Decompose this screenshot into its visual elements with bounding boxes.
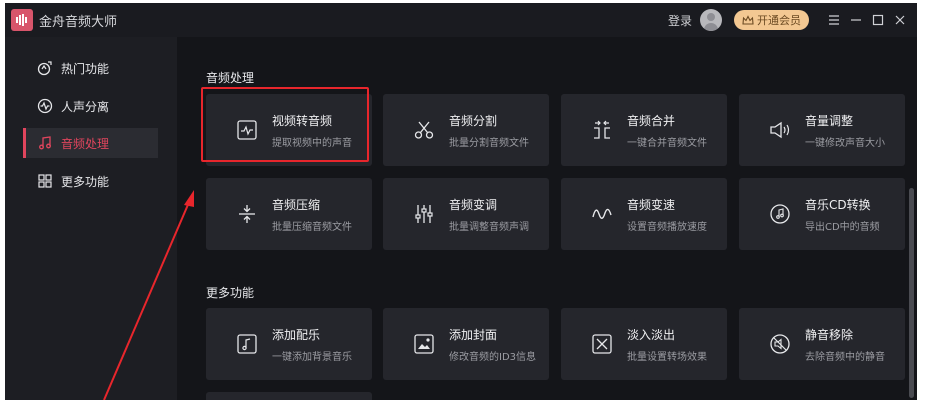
grid-icon (38, 174, 52, 188)
card-subtitle: 批量调整音频声调 (449, 221, 529, 233)
card-title: 淡入淡出 (627, 327, 676, 342)
menu-icon[interactable] (823, 9, 845, 31)
mute-remove-icon (767, 331, 793, 357)
app-window: 金舟音频大师 登录 开通会员 热门功能 人声分离 音频处理 更多功能 音频处理 … (5, 3, 917, 400)
sidebar-item-audio[interactable]: 音频处理 (23, 128, 158, 158)
card-subtitle: 提取视频中的声音 (272, 137, 352, 149)
section-title-more: 更多功能 (206, 286, 255, 300)
card-subtitle: 批量分割音频文件 (449, 137, 529, 149)
sidebar-item-vocal[interactable]: 人声分离 (23, 91, 158, 121)
close-icon[interactable] (889, 9, 911, 31)
sidebar-item-hot[interactable]: 热门功能 (23, 53, 158, 83)
card-title: 视频转音频 (272, 113, 333, 128)
card-audio-pitch[interactable]: 音频变调 批量调整音频声调 (383, 178, 549, 250)
crown-icon (742, 14, 754, 25)
avatar[interactable] (700, 9, 722, 31)
card-subtitle: 批量设置转场效果 (627, 351, 707, 363)
card-subtitle: 一键合并音频文件 (627, 137, 707, 149)
fade-icon (589, 331, 615, 357)
app-title: 金舟音频大师 (39, 14, 118, 30)
card-title: 添加配乐 (272, 327, 321, 342)
sidebar-item-label: 更多功能 (61, 174, 110, 189)
card-cd-convert[interactable]: 音乐CD转换 导出CD中的音频 (739, 178, 905, 250)
card-title: 音频合并 (627, 113, 676, 128)
merge-icon (589, 117, 615, 143)
title-bar: 金舟音频大师 登录 开通会员 (5, 3, 917, 37)
login-link[interactable]: 登录 (668, 12, 692, 29)
card-partial[interactable] (206, 392, 372, 400)
add-music-icon (234, 331, 260, 357)
sidebar-item-more[interactable]: 更多功能 (23, 166, 158, 196)
card-audio-compress[interactable]: 音频压缩 批量压缩音频文件 (206, 178, 372, 250)
card-title: 音频变速 (627, 197, 676, 212)
app-logo-icon (11, 9, 33, 31)
section-title-audio: 音频处理 (206, 71, 255, 85)
compress-icon (234, 201, 260, 227)
card-title: 音频压缩 (272, 197, 321, 212)
hot-icon (37, 61, 52, 76)
card-subtitle: 一键添加背景音乐 (272, 351, 352, 363)
music-note-icon (39, 136, 51, 150)
sidebar: 热门功能 人声分离 音频处理 更多功能 (5, 37, 177, 400)
minimize-icon[interactable] (845, 9, 867, 31)
equalizer-icon (411, 201, 437, 227)
card-title: 音乐CD转换 (805, 197, 871, 212)
card-title: 静音移除 (805, 327, 854, 342)
cd-icon (767, 201, 793, 227)
sidebar-item-label: 人声分离 (61, 99, 110, 114)
card-audio-split[interactable]: 音频分割 批量分割音频文件 (383, 94, 549, 166)
card-subtitle: 设置音频播放速度 (627, 221, 707, 233)
scrollbar[interactable] (909, 188, 914, 398)
card-subtitle: 导出CD中的音频 (805, 221, 880, 233)
cover-image-icon (411, 331, 437, 357)
volume-icon (767, 117, 793, 143)
vip-label: 开通会员 (757, 14, 801, 27)
sidebar-item-label: 音频处理 (61, 136, 110, 151)
card-volume-adjust[interactable]: 音量调整 一键修改声音大小 (739, 94, 905, 166)
card-video-to-audio[interactable]: 视频转音频 提取视频中的声音 (206, 94, 372, 166)
vip-button[interactable]: 开通会员 (734, 10, 809, 30)
card-title: 添加封面 (449, 327, 498, 342)
card-subtitle: 批量压缩音频文件 (272, 221, 352, 233)
maximize-icon[interactable] (867, 9, 889, 31)
wave-speed-icon (589, 201, 615, 227)
waveform-icon (37, 98, 53, 114)
card-mute-remove[interactable]: 静音移除 去除音频中的静音 (739, 308, 905, 380)
card-subtitle: 去除音频中的静音 (805, 351, 885, 363)
card-title: 音量调整 (805, 113, 854, 128)
main-content: 音频处理 视频转音频 提取视频中的声音 音频分割 批量分割音频文件 音频合并 一… (177, 37, 917, 400)
card-title: 音频变调 (449, 197, 498, 212)
card-fade[interactable]: 淡入淡出 批量设置转场效果 (561, 308, 727, 380)
video-to-audio-icon (234, 117, 260, 143)
sidebar-item-label: 热门功能 (61, 61, 110, 76)
card-title: 音频分割 (449, 113, 498, 128)
scissors-icon (411, 117, 437, 143)
card-audio-speed[interactable]: 音频变速 设置音频播放速度 (561, 178, 727, 250)
card-subtitle: 一键修改声音大小 (805, 137, 885, 149)
card-subtitle: 修改音频的ID3信息 (449, 351, 537, 363)
card-add-cover[interactable]: 添加封面 修改音频的ID3信息 (383, 308, 549, 380)
card-audio-merge[interactable]: 音频合并 一键合并音频文件 (561, 94, 727, 166)
card-add-music[interactable]: 添加配乐 一键添加背景音乐 (206, 308, 372, 380)
